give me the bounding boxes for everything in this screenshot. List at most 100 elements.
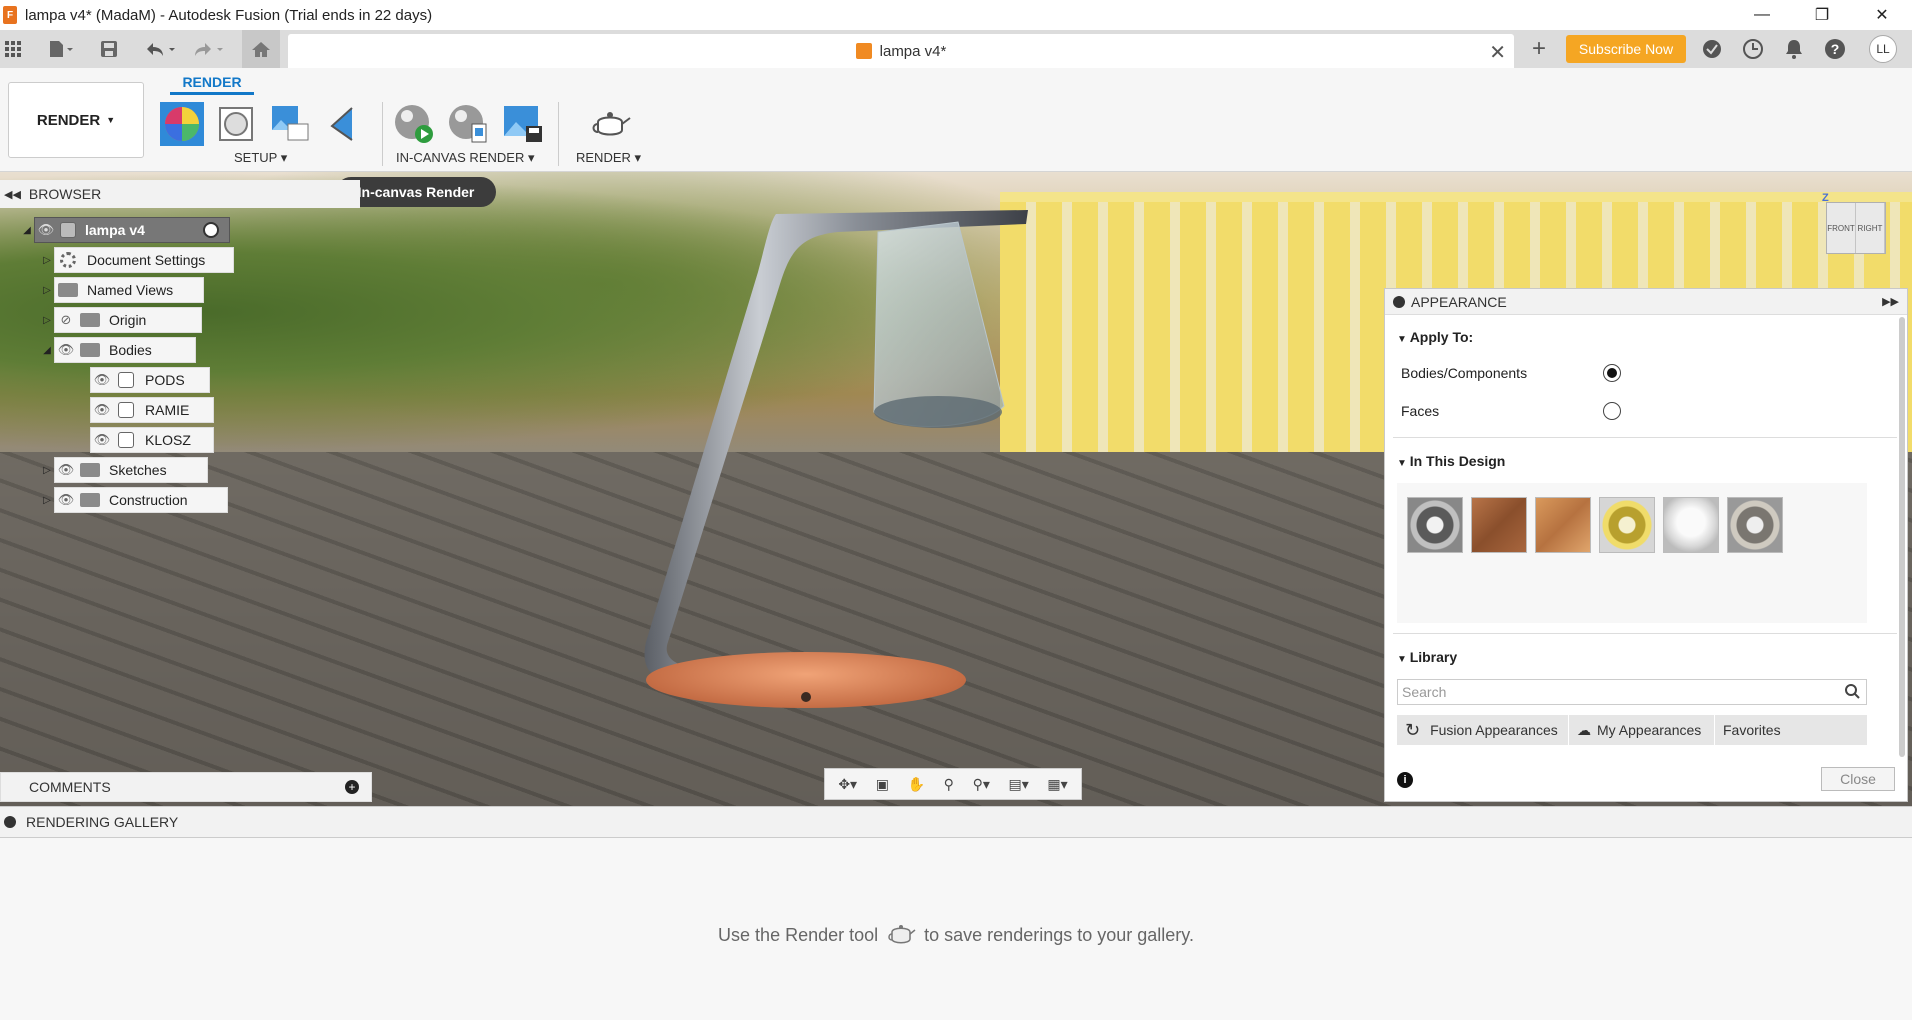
pan-hand-icon[interactable]: ✋: [908, 776, 925, 793]
document-tab[interactable]: lampa v4* ✕: [288, 34, 1514, 68]
in-canvas-render-group[interactable]: IN-CANVAS RENDER ▾: [396, 150, 534, 166]
swatch-wood-light[interactable]: [1535, 497, 1591, 553]
tree-item-document-settings[interactable]: ▷ Document Settings: [40, 247, 234, 273]
swatch-chrome[interactable]: [1727, 497, 1783, 553]
orbit-icon[interactable]: ✥▾: [838, 776, 857, 793]
decal-tool[interactable]: [322, 102, 366, 146]
expand-arrow-icon[interactable]: ▷: [40, 285, 54, 296]
appearance-header[interactable]: APPEARANCE ▶▶: [1385, 289, 1907, 315]
library-search-input[interactable]: Search: [1397, 679, 1867, 705]
tree-item-body-ramie[interactable]: 👁 RAMIE: [76, 397, 214, 423]
tree-item-bodies[interactable]: ◢ 👁 Bodies: [40, 337, 196, 363]
tab-fusion-appearances[interactable]: ↻ Fusion Appearances: [1397, 715, 1569, 745]
user-avatar[interactable]: LL: [1869, 35, 1897, 63]
navigation-bar: ✥▾ ▣ ✋ ⚲ ⚲▾ ▤▾ ▦▾: [824, 768, 1082, 800]
collapse-arrow-icon[interactable]: ◢: [40, 345, 54, 356]
close-tab-icon[interactable]: ✕: [1489, 40, 1506, 65]
render-tool[interactable]: [588, 102, 632, 146]
job-status-icon[interactable]: [1741, 37, 1765, 61]
expand-arrow-icon[interactable]: ▷: [40, 255, 54, 266]
viewcube-right-face[interactable]: RIGHT: [1856, 203, 1885, 253]
tree-item-named-views[interactable]: ▷ Named Views: [40, 277, 204, 303]
library-section[interactable]: Library: [1397, 649, 1457, 665]
lamp-shade-glass[interactable]: [873, 221, 1005, 427]
tab-favorites[interactable]: Favorites: [1715, 715, 1865, 745]
rendering-gallery-header[interactable]: RENDERING GALLERY: [0, 806, 1912, 838]
capture-image-tool[interactable]: [500, 102, 544, 146]
close-button[interactable]: Close: [1821, 767, 1895, 791]
collapse-panel-icon[interactable]: ◀◀: [4, 188, 21, 201]
tree-item-construction[interactable]: ▷ 👁 Construction: [40, 487, 228, 513]
eye-icon[interactable]: 👁: [55, 462, 77, 478]
tree-item-body-klosz[interactable]: 👁 KLOSZ: [76, 427, 214, 453]
add-comment-icon[interactable]: +: [345, 780, 359, 794]
restore-button[interactable]: ❐: [1792, 0, 1852, 30]
in-canvas-render-settings-tool[interactable]: [446, 102, 490, 146]
texture-map-tool[interactable]: [268, 102, 312, 146]
tree-item-sketches[interactable]: ▷ 👁 Sketches: [40, 457, 208, 483]
scene-settings-tool[interactable]: [214, 102, 258, 146]
notifications-bell-icon[interactable]: [1782, 37, 1806, 61]
minimize-panel-icon[interactable]: [1393, 295, 1405, 308]
home-icon[interactable]: [242, 30, 280, 68]
apps-grid-icon[interactable]: [0, 30, 26, 68]
viewcube-front-face[interactable]: FRONT: [1827, 203, 1856, 253]
expand-arrow-icon[interactable]: ▷: [40, 495, 54, 506]
radio-faces[interactable]: [1603, 402, 1621, 420]
in-canvas-render-tool[interactable]: [392, 102, 436, 146]
appearance-dialog: APPEARANCE ▶▶ Apply To: Bodies/Component…: [1384, 288, 1908, 802]
browser-header[interactable]: ◀◀ BROWSER: [0, 180, 360, 208]
tree-item-body-pods[interactable]: 👁 PODS: [76, 367, 210, 393]
body-icon: [118, 402, 134, 418]
swatch-gold[interactable]: [1599, 497, 1655, 553]
look-at-icon[interactable]: ▣: [876, 776, 889, 793]
swatch-steel[interactable]: [1407, 497, 1463, 553]
tree-root-lampa[interactable]: ◢ 👁 lampa v4: [20, 217, 230, 243]
eye-icon[interactable]: 👁: [55, 492, 77, 508]
minimize-button[interactable]: —: [1732, 0, 1792, 30]
appearance-scrollbar[interactable]: [1899, 317, 1905, 757]
file-menu-icon[interactable]: [42, 30, 80, 68]
collapse-gallery-icon[interactable]: [4, 816, 16, 828]
eye-icon[interactable]: 👁: [91, 372, 113, 388]
viewcube[interactable]: FRONT RIGHT: [1826, 202, 1886, 254]
expand-panel-icon[interactable]: ▶▶: [1882, 295, 1899, 308]
extensions-icon[interactable]: [1700, 37, 1724, 61]
eye-icon[interactable]: 👁: [91, 432, 113, 448]
zoom-icon[interactable]: ⚲: [944, 776, 954, 793]
in-this-design-section[interactable]: In This Design: [1397, 453, 1506, 469]
close-window-button[interactable]: ✕: [1852, 0, 1912, 30]
radio-bodies-components[interactable]: [1603, 364, 1621, 382]
comments-panel-header[interactable]: COMMENTS +: [0, 772, 372, 802]
swatch-wood-dark[interactable]: [1471, 497, 1527, 553]
activate-radio-icon[interactable]: [203, 222, 219, 238]
eye-icon[interactable]: 👁: [55, 342, 77, 358]
expand-arrow-icon[interactable]: ▷: [40, 465, 54, 476]
expand-arrow-icon[interactable]: ▷: [40, 315, 54, 326]
refresh-icon[interactable]: ↻: [1405, 720, 1420, 741]
apply-to-section[interactable]: Apply To:: [1397, 329, 1474, 345]
tab-render[interactable]: RENDER: [170, 74, 254, 95]
eye-icon[interactable]: 👁: [35, 222, 57, 238]
display-settings-icon[interactable]: ▤▾: [1009, 776, 1029, 793]
workspace-switcher-button[interactable]: RENDER ▼: [8, 82, 144, 158]
fit-zoom-icon[interactable]: ⚲▾: [973, 776, 990, 793]
tab-my-appearances[interactable]: ☁ My Appearances: [1569, 715, 1715, 745]
save-icon[interactable]: [96, 30, 122, 68]
grid-settings-icon[interactable]: ▦▾: [1047, 776, 1067, 793]
help-icon[interactable]: ?: [1823, 37, 1847, 61]
appearance-tool[interactable]: [160, 102, 204, 146]
redo-icon[interactable]: [188, 30, 228, 68]
tree-item-origin[interactable]: ▷ ⊘ Origin: [40, 307, 202, 333]
render-group[interactable]: RENDER ▾: [576, 150, 641, 166]
eye-icon[interactable]: 👁: [91, 402, 113, 418]
eye-hidden-icon[interactable]: ⊘: [55, 312, 77, 328]
collapse-arrow-icon[interactable]: ◢: [20, 225, 34, 236]
undo-icon[interactable]: [140, 30, 180, 68]
search-icon[interactable]: [1844, 683, 1860, 699]
swatch-frosted-glass[interactable]: [1663, 497, 1719, 553]
setup-group[interactable]: SETUP ▾: [234, 150, 287, 166]
new-tab-plus-icon[interactable]: +: [1522, 30, 1556, 68]
subscribe-button[interactable]: Subscribe Now: [1566, 35, 1686, 63]
info-icon[interactable]: i: [1397, 772, 1413, 788]
